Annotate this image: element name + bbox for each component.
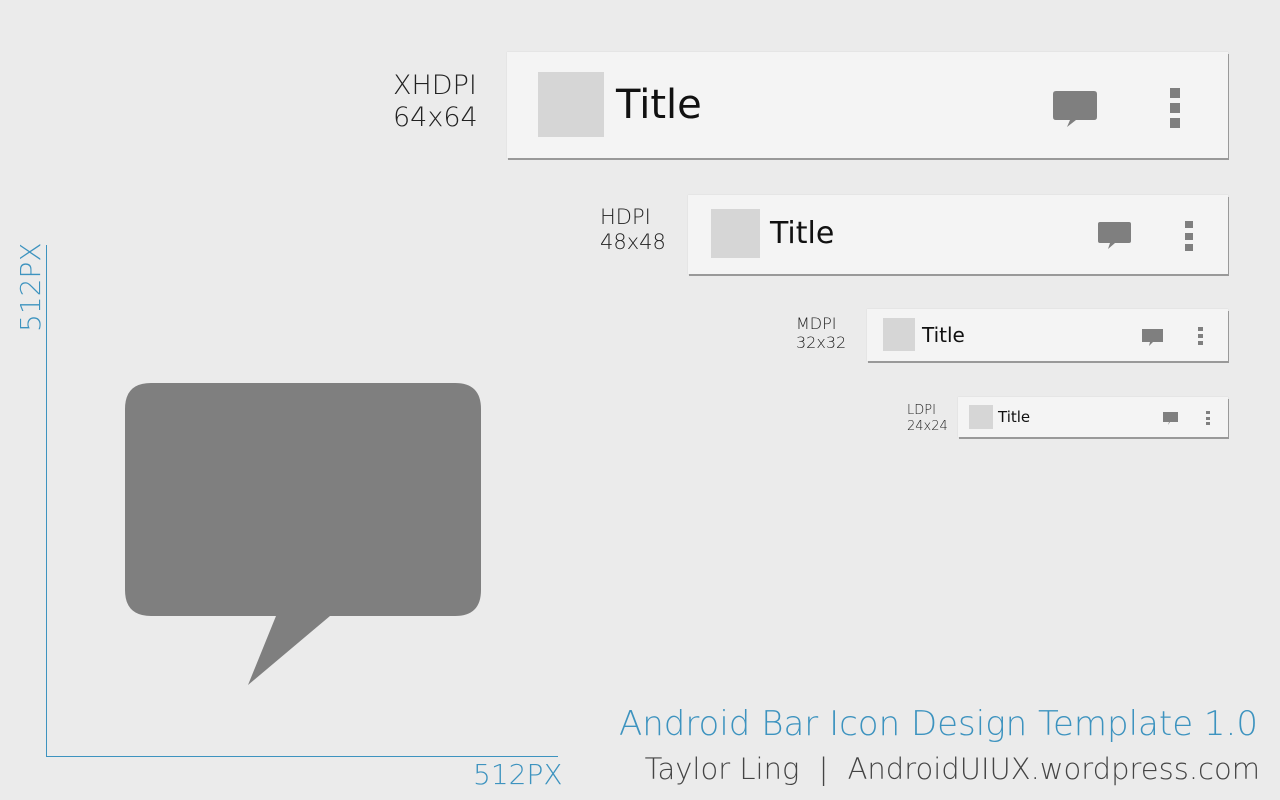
density-name: XHDPI xyxy=(393,70,477,101)
density-size: 32x32 xyxy=(796,333,847,353)
app-icon-placeholder xyxy=(538,72,604,137)
bar-title: Title xyxy=(770,216,835,251)
app-icon-placeholder xyxy=(969,405,993,429)
action-bar-mdpi: Title xyxy=(867,309,1228,361)
template-credits: Taylor Ling | AndroidUIUX.wordpress.com xyxy=(645,752,1260,786)
app-icon-placeholder xyxy=(711,209,760,258)
chat-bubble-icon[interactable] xyxy=(1097,221,1132,250)
chat-bubble-icon[interactable] xyxy=(1162,411,1179,426)
action-bar-xhdpi: Title xyxy=(507,52,1228,158)
overflow-menu-icon[interactable] xyxy=(1185,221,1193,251)
app-icon-placeholder xyxy=(883,318,915,351)
action-bar-hdpi: Title xyxy=(688,195,1228,274)
author-name: Taylor Ling xyxy=(644,752,800,786)
height-label: 512PX xyxy=(14,242,47,332)
credits-separator: | xyxy=(818,752,829,786)
density-size: 24x24 xyxy=(907,418,948,434)
density-name: MDPI xyxy=(796,314,837,333)
density-size: 48x48 xyxy=(600,230,666,255)
website-link[interactable]: AndroidUIUX.wordpress.com xyxy=(848,752,1260,786)
density-label-hdpi: HDPI 48x48 xyxy=(600,205,666,255)
width-label: 512PX xyxy=(473,758,563,791)
template-title: Android Bar Icon Design Template 1.0 xyxy=(618,704,1258,744)
width-axis-line xyxy=(46,756,558,757)
action-bar-ldpi: Title xyxy=(958,397,1228,437)
chat-bubble-icon[interactable] xyxy=(1141,328,1164,347)
overflow-menu-icon[interactable] xyxy=(1206,411,1210,425)
bar-title: Title xyxy=(922,323,965,347)
chat-bubble-icon-large xyxy=(125,383,481,685)
bar-title: Title xyxy=(616,82,702,128)
density-label-xhdpi: XHDPI 64x64 xyxy=(393,70,478,135)
overflow-menu-icon[interactable] xyxy=(1198,327,1203,345)
bar-title: Title xyxy=(998,408,1031,426)
overflow-menu-icon[interactable] xyxy=(1170,88,1180,128)
density-name: LDPI xyxy=(907,403,936,418)
chat-bubble-icon[interactable] xyxy=(1052,90,1098,128)
density-label-ldpi: LDPI 24x24 xyxy=(907,403,948,434)
density-name: HDPI xyxy=(600,205,651,229)
density-size: 64x64 xyxy=(393,102,478,134)
density-label-mdpi: MDPI 32x32 xyxy=(796,314,846,352)
